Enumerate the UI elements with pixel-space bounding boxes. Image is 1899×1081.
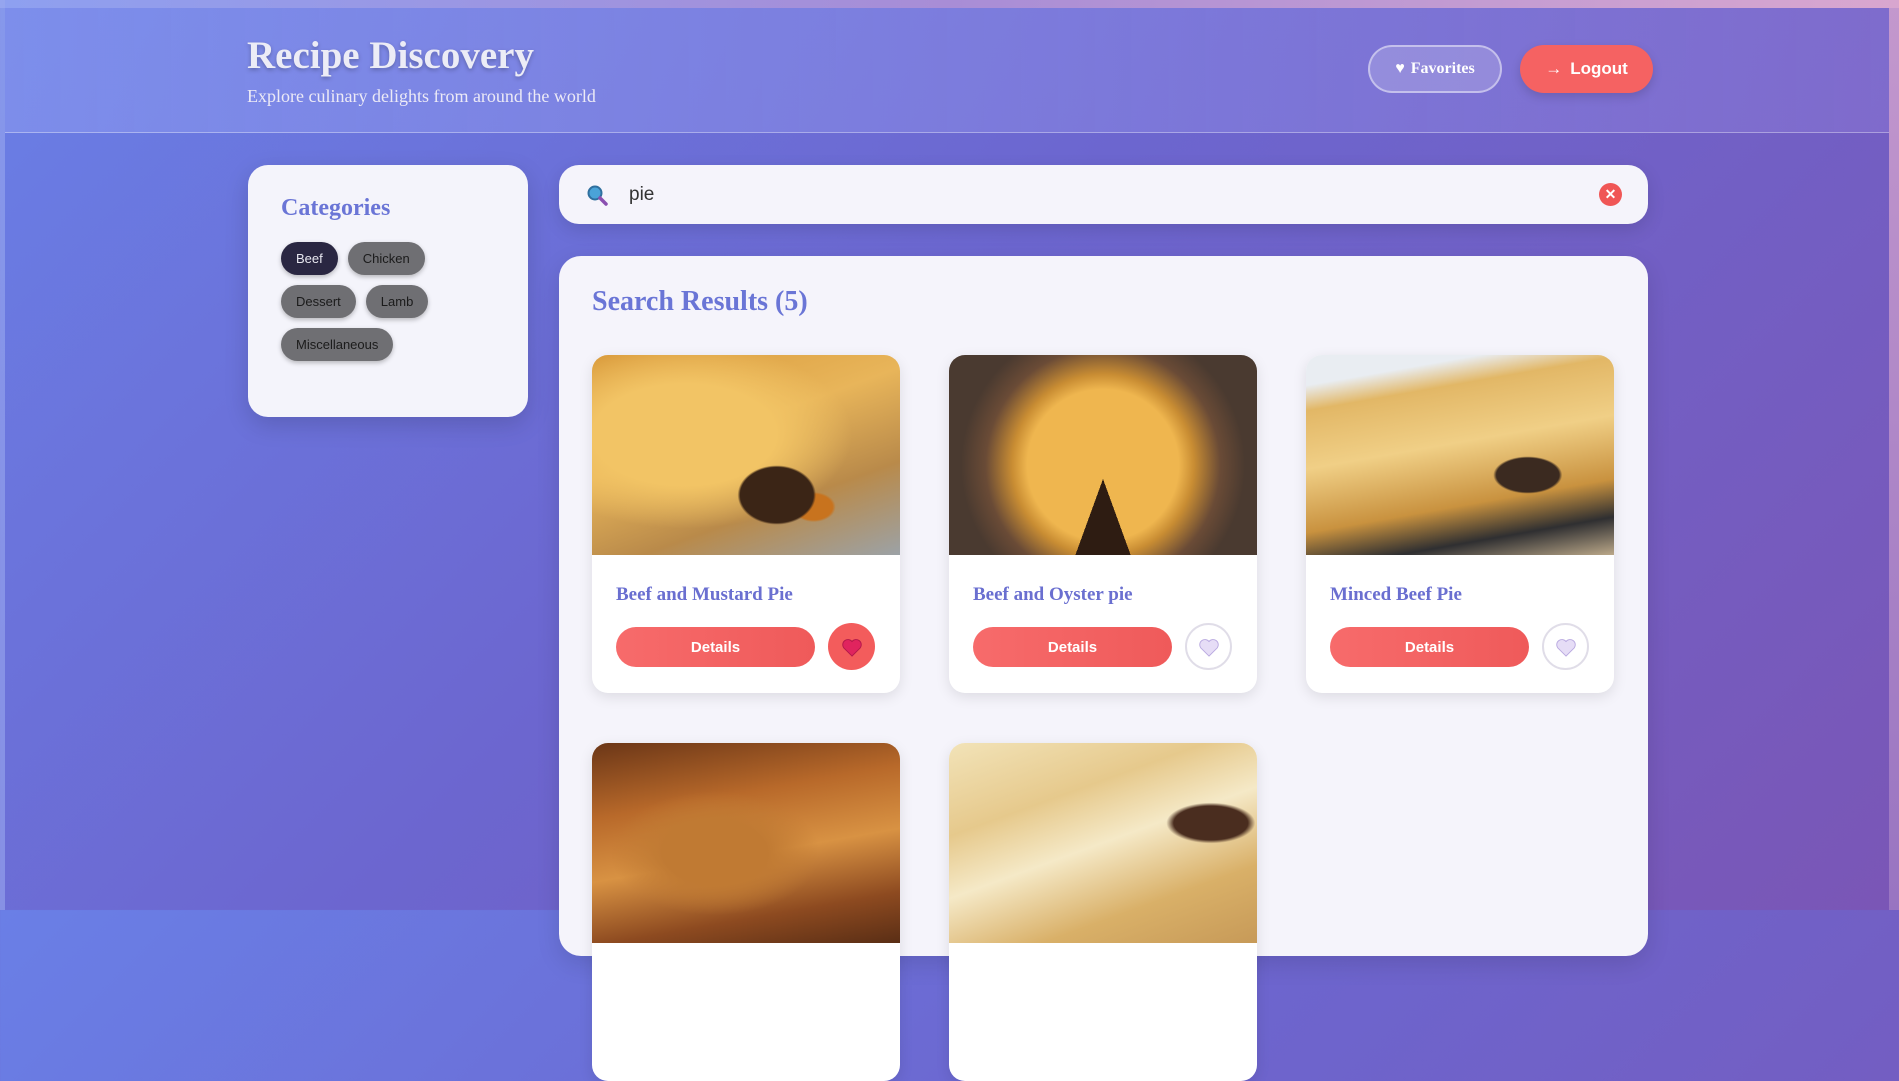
app-subtitle: Explore culinary delights from around th… [247, 86, 596, 106]
favorite-toggle-button[interactable] [1185, 623, 1232, 670]
recipe-name[interactable]: Beef and Oyster pie [973, 584, 1133, 606]
favorite-toggle-button[interactable] [1542, 623, 1589, 670]
search-input[interactable] [627, 179, 1531, 211]
heart-icon [841, 638, 862, 657]
category-chip-lamb[interactable]: Lamb [365, 285, 429, 318]
left-edge [0, 0, 5, 910]
search-icon [587, 185, 608, 206]
results-heading: Search Results (5) [592, 286, 808, 317]
category-list: Beef Chicken Dessert Lamb Miscellaneous [281, 242, 491, 361]
recipe-image[interactable] [949, 743, 1257, 943]
app-title: Recipe Discovery [247, 34, 534, 77]
recipe-image[interactable] [592, 355, 900, 555]
favorites-button[interactable]: ♥ Favorites [1368, 45, 1502, 93]
arrow-right-icon: → [1545, 59, 1563, 78]
search-bar: ✕ [559, 165, 1648, 224]
favorite-toggle-button[interactable] [828, 623, 875, 670]
category-chip-miscellaneous[interactable]: Miscellaneous [281, 328, 394, 361]
search-results-panel: Search Results (5) Beef and Mustard Pie … [559, 256, 1648, 1081]
category-chip-chicken[interactable]: Chicken [347, 242, 425, 275]
recipe-name[interactable]: Beef and Mustard Pie [616, 584, 793, 606]
details-button[interactable]: Details [616, 627, 815, 667]
category-chip-beef[interactable]: Beef [281, 242, 338, 275]
heart-icon: ♥ [1395, 60, 1405, 77]
recipe-card [592, 743, 900, 1081]
recipe-image[interactable] [592, 743, 900, 943]
details-button[interactable]: Details [973, 627, 1172, 667]
logout-label: Logout [1570, 59, 1628, 78]
recipe-card: Beef and Oyster pie Details [949, 355, 1257, 693]
top-accent-line [0, 0, 1899, 8]
heart-icon [1198, 638, 1219, 657]
recipe-name[interactable]: Minced Beef Pie [1330, 584, 1462, 606]
recipe-card [949, 743, 1257, 1081]
categories-panel: Categories Beef Chicken Dessert Lamb Mis… [248, 165, 528, 417]
app-header: Recipe Discovery Explore culinary deligh… [5, 8, 1889, 133]
recipe-card: Minced Beef Pie Details [1306, 355, 1614, 693]
right-edge [1889, 0, 1899, 910]
close-icon: ✕ [1604, 186, 1617, 202]
categories-title: Categories [281, 195, 391, 221]
recipe-image[interactable] [949, 355, 1257, 555]
logout-button[interactable]: → Logout [1520, 45, 1653, 93]
recipe-card: Beef and Mustard Pie Details [592, 355, 900, 693]
favorites-label: Favorites [1410, 60, 1475, 77]
clear-search-button[interactable]: ✕ [1599, 183, 1622, 206]
category-chip-dessert[interactable]: Dessert [281, 285, 356, 318]
details-button[interactable]: Details [1330, 627, 1529, 667]
heart-icon [1555, 638, 1576, 657]
recipe-image[interactable] [1306, 355, 1614, 555]
